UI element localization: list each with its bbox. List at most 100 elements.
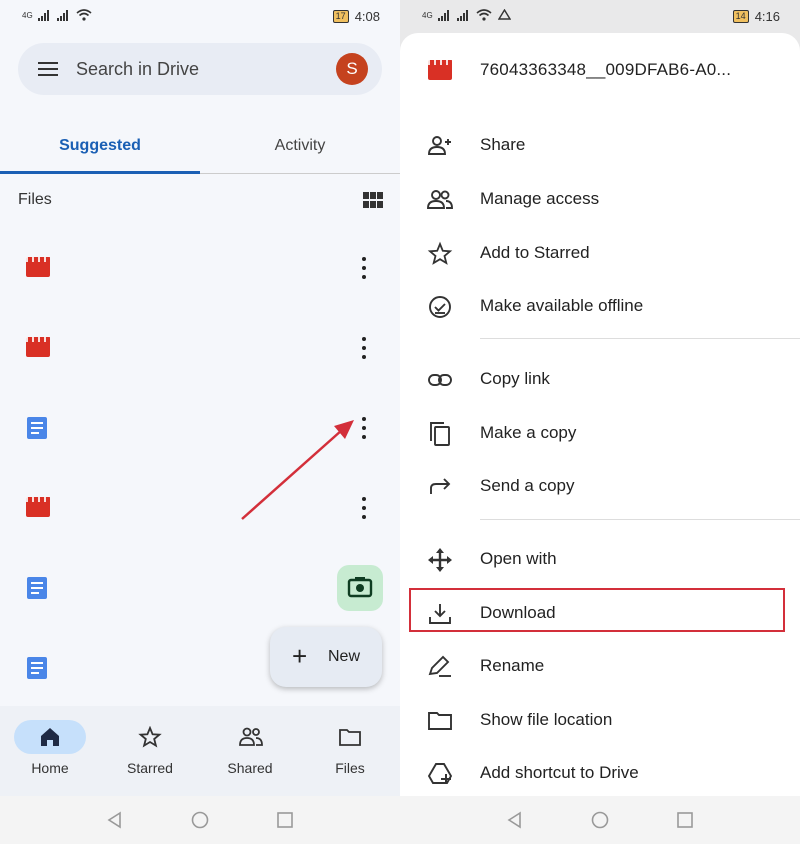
system-navigation-bar <box>0 796 400 844</box>
video-file-icon <box>26 337 50 357</box>
doc-file-icon <box>27 577 47 599</box>
menu-item-label: Open with <box>480 549 557 568</box>
rename-icon <box>428 655 451 677</box>
nav-starred[interactable]: Starred <box>100 706 200 796</box>
battery-icon: 14 <box>732 10 749 23</box>
menu-item-label: Rename <box>480 656 545 675</box>
list-item[interactable] <box>0 337 400 397</box>
signal-icon <box>456 9 468 21</box>
nav-starred-label: Starred <box>127 760 173 776</box>
menu-item-label: Add to Starred <box>480 243 590 262</box>
signal-icon <box>437 9 449 21</box>
link-icon <box>428 374 452 386</box>
recents-icon[interactable] <box>676 811 694 829</box>
menu-item-manage-access[interactable]: Manage access <box>400 187 800 241</box>
star-icon <box>427 241 453 265</box>
network-type: 4G <box>22 10 33 20</box>
doc-file-icon <box>27 657 47 679</box>
home-circle-icon[interactable] <box>591 811 609 829</box>
menu-item-make-available-offline[interactable]: Make available offline <box>400 294 800 348</box>
clock: 4:08 <box>354 9 380 24</box>
menu-icon[interactable] <box>38 62 58 76</box>
menu-item-label: Share <box>480 135 526 154</box>
clock: 4:16 <box>754 9 780 24</box>
active-tab-indicator <box>0 171 200 174</box>
send-icon <box>430 478 451 494</box>
more-options-icon[interactable] <box>361 337 367 359</box>
menu-item-label: Add shortcut to Drive <box>480 763 639 782</box>
shared-icon <box>239 727 263 746</box>
scan-camera-button[interactable] <box>337 565 383 611</box>
more-options-icon[interactable] <box>361 417 367 439</box>
tab-suggested[interactable]: Suggested <box>0 137 200 155</box>
search-bar[interactable]: Search in Drive S <box>18 43 382 95</box>
nav-files-label: Files <box>335 760 365 776</box>
wifi-icon <box>476 9 492 21</box>
recents-icon[interactable] <box>276 811 294 829</box>
status-bar: 4G 14 4:16 <box>400 0 800 34</box>
video-file-icon <box>26 497 50 517</box>
menu-item-make-a-copy[interactable]: Make a copy <box>400 421 800 475</box>
video-file-icon <box>26 257 50 277</box>
more-options-icon[interactable] <box>361 257 367 279</box>
files-section-label: Files <box>18 191 52 208</box>
menu-item-label: Send a copy <box>480 476 575 495</box>
open-with-icon <box>428 548 452 572</box>
add-shortcut-icon <box>427 763 453 784</box>
file-options-screen: 4G 14 4:16 76043363348__009DFAB6-A0... S… <box>400 0 800 796</box>
menu-item-label: Manage access <box>480 189 600 208</box>
wifi-icon <box>76 9 92 21</box>
menu-item-copy-link[interactable]: Copy link <box>400 367 800 421</box>
back-icon[interactable] <box>506 811 524 829</box>
folder-icon <box>339 729 361 746</box>
menu-item-label: Copy link <box>480 369 550 388</box>
star-icon <box>138 726 162 748</box>
nav-files[interactable]: Files <box>300 706 400 796</box>
menu-item-label: Show file location <box>480 710 613 729</box>
avatar[interactable]: S <box>336 53 368 85</box>
new-button-label: New <box>328 648 361 665</box>
menu-item-label: Make available offline <box>480 296 644 315</box>
folder-icon <box>428 712 452 730</box>
menu-item-add-to-starred[interactable]: Add to Starred <box>400 241 800 295</box>
signal-icon <box>37 9 49 21</box>
drive-home-screen: 4G 17 4:08 Search in Drive S Suggested A… <box>0 0 400 796</box>
drive-status-icon <box>497 9 511 20</box>
tab-bar: Suggested Activity <box>0 125 400 174</box>
plus-icon: + <box>292 641 308 671</box>
download-highlight-box <box>409 588 785 632</box>
menu-item-share[interactable]: Share <box>400 133 800 187</box>
back-icon[interactable] <box>106 811 124 829</box>
nav-home-label: Home <box>31 760 69 776</box>
file-title: 76043363348__009DFAB6-A0... <box>480 60 732 79</box>
menu-item-label: Make a copy <box>480 423 577 442</box>
network-type: 4G <box>422 10 433 20</box>
signal-icon <box>56 9 68 21</box>
list-item[interactable] <box>0 257 400 317</box>
new-button[interactable]: + New <box>270 627 382 687</box>
bottom-navigation: Home Starred Shared Files <box>0 706 400 796</box>
file-options-sheet: 76043363348__009DFAB6-A0... Share Manage… <box>400 33 800 796</box>
menu-item-show-file-location[interactable]: Show file location <box>400 708 800 762</box>
battery-icon: 17 <box>332 10 349 23</box>
tab-activity[interactable]: Activity <box>200 137 400 155</box>
offline-check-icon <box>429 296 451 318</box>
status-bar: 4G 17 4:08 <box>0 0 400 34</box>
annotation-arrow <box>241 420 354 520</box>
people-icon <box>427 190 453 209</box>
more-options-icon[interactable] <box>361 497 367 519</box>
search-input[interactable]: Search in Drive <box>76 59 199 80</box>
menu-divider <box>480 519 800 520</box>
menu-item-add-shortcut-to-drive[interactable]: Add shortcut to Drive <box>400 761 800 796</box>
menu-divider <box>480 338 800 339</box>
nav-home[interactable]: Home <box>0 706 100 796</box>
home-circle-icon[interactable] <box>191 811 209 829</box>
menu-item-rename[interactable]: Rename <box>400 654 800 708</box>
camera-icon <box>347 577 373 598</box>
copy-icon <box>430 422 450 446</box>
add-person-icon <box>428 136 451 155</box>
doc-file-icon <box>27 417 47 439</box>
grid-view-icon[interactable] <box>363 192 383 208</box>
nav-shared[interactable]: Shared <box>200 706 300 796</box>
system-navigation-bar <box>400 796 800 844</box>
